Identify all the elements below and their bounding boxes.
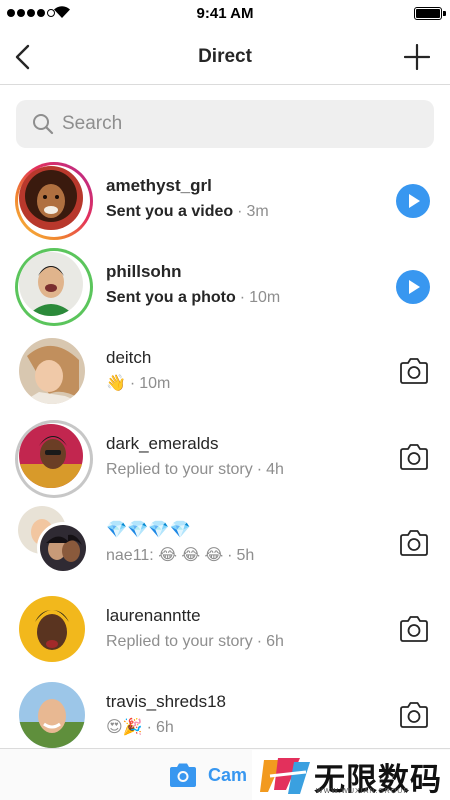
avatar <box>19 166 83 230</box>
thread-row[interactable]: deitch 👋 · 10m <box>0 334 450 420</box>
thread-time: 5h <box>236 547 255 564</box>
thread-time: 10m <box>249 289 281 306</box>
camera-button[interactable]: Cam <box>168 761 247 789</box>
avatar <box>19 682 85 748</box>
back-chevron-icon[interactable] <box>10 42 38 72</box>
status-time: 9:41 AM <box>196 5 254 22</box>
search-input[interactable] <box>62 100 422 148</box>
avatar <box>19 338 85 404</box>
thread-row[interactable]: dark_emeralds Replied to your story · 4h <box>0 420 450 506</box>
thread-message: nae11: 😂 😂 😂 <box>106 547 224 564</box>
thread-username: 💎💎💎💎 <box>106 520 191 539</box>
nav-header: Direct <box>0 28 450 85</box>
play-icon <box>409 194 420 208</box>
camera-icon[interactable] <box>398 700 430 730</box>
thread-username: laurenanntte <box>106 606 201 625</box>
story-ring <box>15 420 93 498</box>
search-icon <box>33 114 54 135</box>
camera-icon[interactable] <box>398 614 430 644</box>
thread-row[interactable]: phillsohn Sent you a photo · 10m <box>0 248 450 334</box>
play-video-button[interactable] <box>396 184 430 218</box>
story-ring <box>15 162 93 240</box>
thread-message: Sent you a video <box>106 203 234 220</box>
thread-message: 👋 <box>106 375 126 392</box>
thread-time: 4h <box>266 461 284 478</box>
watermark-subtitle: WWW.WUXIAN.GROUP <box>316 788 409 795</box>
page-title: Direct <box>198 46 252 67</box>
thread-time: 6h <box>155 719 174 736</box>
thread-time: 3m <box>246 203 269 220</box>
thread-preview: Replied to your story · 4h <box>106 461 284 478</box>
new-message-plus-icon[interactable] <box>404 44 430 70</box>
avatar <box>19 424 83 488</box>
thread-message: Sent you a photo <box>106 289 236 306</box>
thread-preview: 👋 · 10m <box>106 375 171 392</box>
thread-row[interactable]: 💎💎💎💎 nae11: 😂 😂 😂 · 5h <box>0 506 450 592</box>
thread-username: phillsohn <box>106 262 182 281</box>
camera-button-label: Cam <box>208 764 248 785</box>
thread-row[interactable]: amethyst_grl Sent you a video · 3m <box>0 162 450 248</box>
play-video-button[interactable] <box>396 270 430 304</box>
thread-username: dark_emeralds <box>106 434 219 453</box>
thread-preview: Sent you a video · 3m <box>106 203 269 220</box>
status-bar: 9:41 AM <box>0 0 450 28</box>
thread-time: 6h <box>266 633 284 650</box>
thread-message: 😍🎉 <box>106 719 143 736</box>
watermark-icon <box>260 758 310 794</box>
play-icon <box>409 280 420 294</box>
thread-preview: Replied to your story · 6h <box>106 633 284 650</box>
camera-icon[interactable] <box>398 528 430 558</box>
thread-preview: Sent you a photo · 10m <box>106 289 281 306</box>
thread-message: Replied to your story <box>106 461 253 478</box>
avatar <box>19 596 85 662</box>
thread-message: Replied to your story <box>106 633 253 650</box>
search-bar[interactable] <box>16 100 434 148</box>
group-avatar-front <box>37 522 89 574</box>
story-ring <box>15 248 93 326</box>
thread-time: 10m <box>139 375 171 392</box>
thread-row[interactable]: laurenanntte Replied to your story · 6h <box>0 592 450 678</box>
thread-preview: 😍🎉 · 6h <box>106 719 174 736</box>
thread-username: amethyst_grl <box>106 176 212 195</box>
thread-username: travis_shreds18 <box>106 692 227 711</box>
avatar <box>19 252 83 316</box>
battery-icon <box>414 7 446 20</box>
camera-icon[interactable] <box>398 442 430 472</box>
thread-preview: nae11: 😂 😂 😂 · 5h <box>106 547 255 564</box>
watermark-logo: 无限数码 WWW.WUXIAN.GROUP <box>252 750 450 800</box>
camera-icon <box>170 763 196 787</box>
camera-icon[interactable] <box>398 356 430 386</box>
thread-username: deitch <box>106 348 152 367</box>
